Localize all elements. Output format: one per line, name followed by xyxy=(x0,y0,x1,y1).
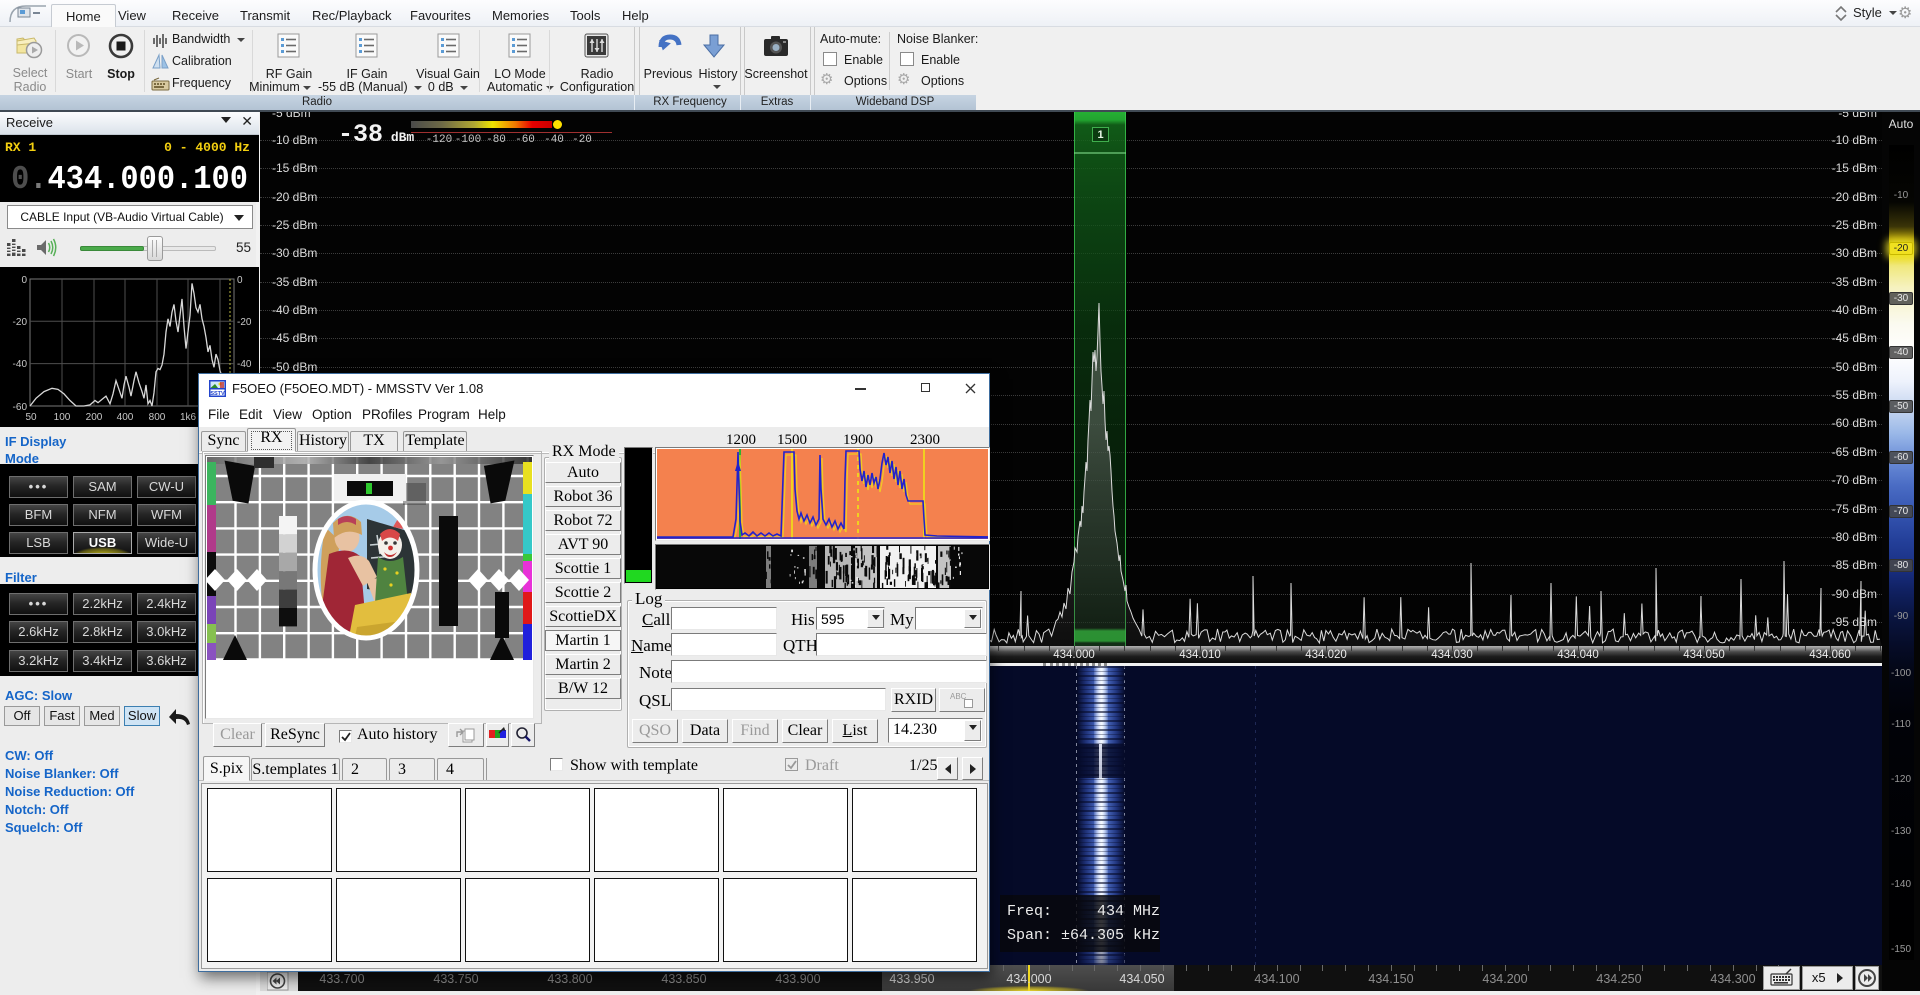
svg-text:SSTV: SSTV xyxy=(210,391,225,397)
svg-text:800: 800 xyxy=(149,412,166,423)
svg-text:0: 0 xyxy=(21,275,27,286)
svg-text:-20: -20 xyxy=(13,317,28,328)
svg-text:-20: -20 xyxy=(237,317,252,328)
svg-text:-40: -40 xyxy=(13,359,28,370)
svg-text:1k6: 1k6 xyxy=(180,412,197,423)
svg-text:200: 200 xyxy=(86,412,103,423)
svg-text:0: 0 xyxy=(237,275,243,286)
svg-text:50: 50 xyxy=(25,412,37,423)
svg-text:100: 100 xyxy=(54,412,71,423)
svg-text:400: 400 xyxy=(117,412,134,423)
svg-text:-40: -40 xyxy=(237,359,252,370)
